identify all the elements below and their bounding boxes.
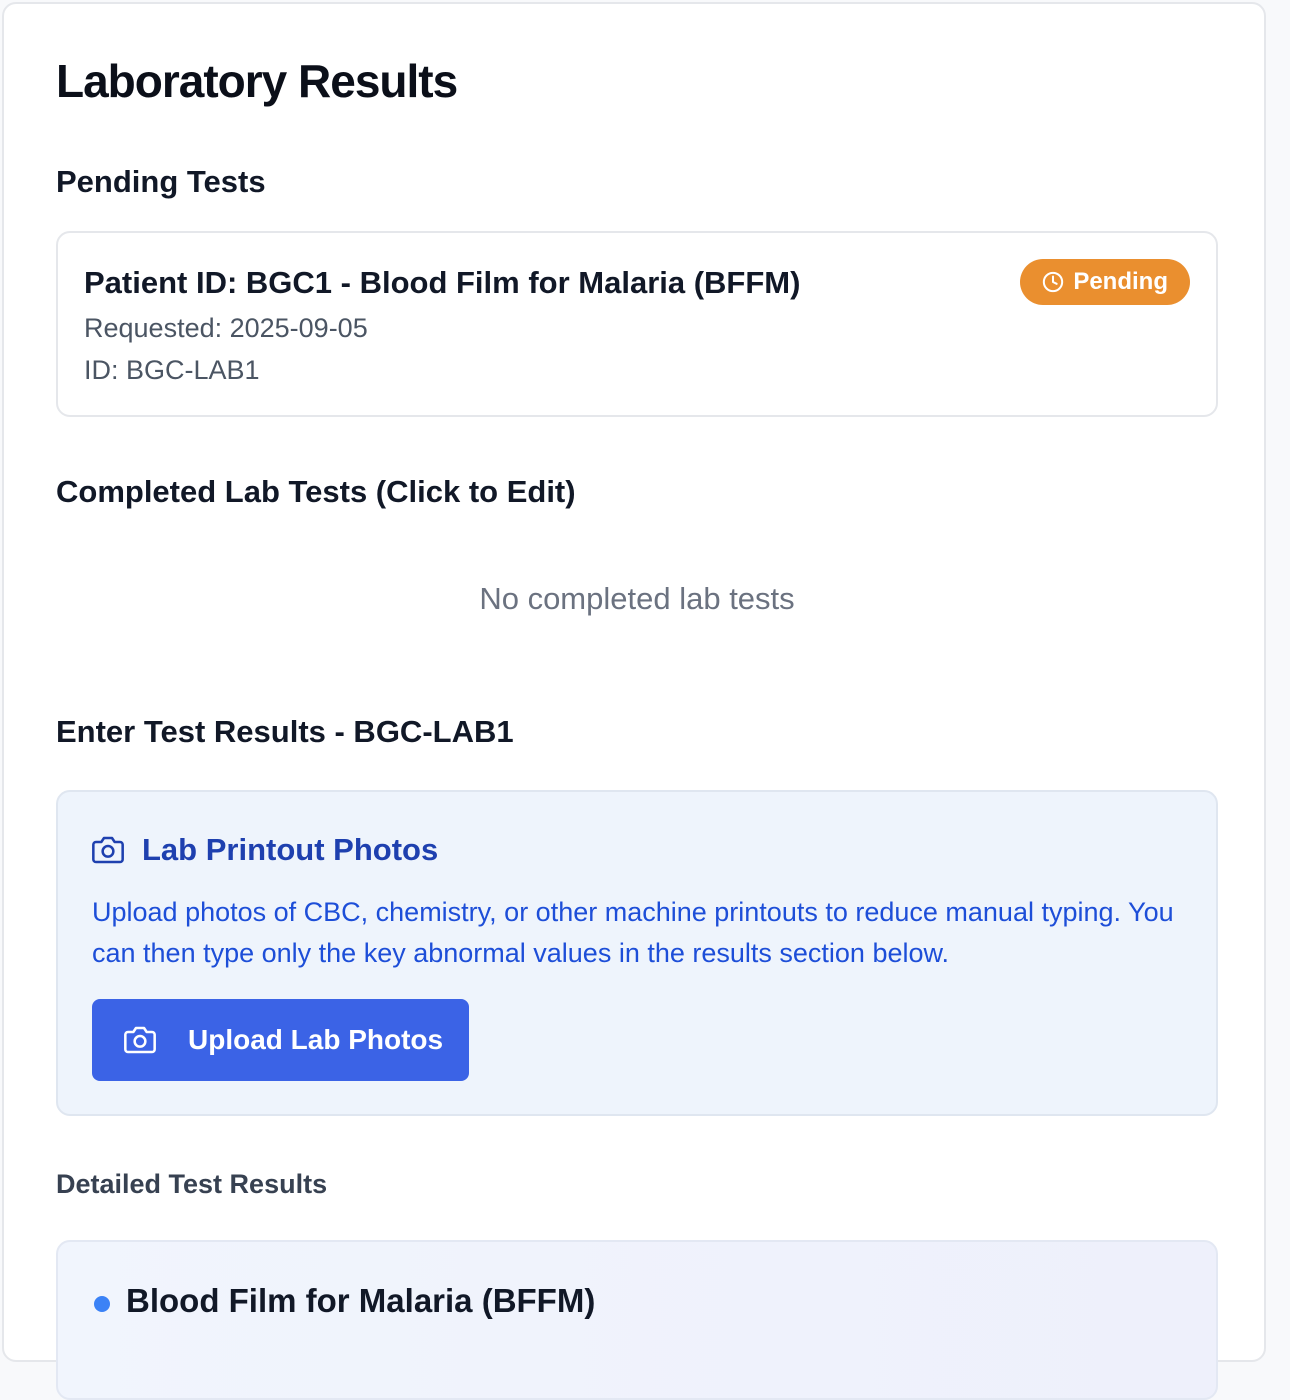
clock-icon [1042, 271, 1064, 293]
pending-test-id: ID: BGC-LAB1 [84, 355, 260, 385]
lab-results-panel: Laboratory Results Pending Tests Patient… [2, 2, 1266, 1400]
status-badge-label: Pending [1073, 268, 1168, 295]
lab-printout-photos-description: Upload photos of CBC, chemistry, or othe… [92, 897, 1174, 968]
test-result-title: Blood Film for Malaria (BFFM) [126, 1282, 596, 1319]
test-result-card: Blood Film for Malaria (BFFM) [56, 1240, 1218, 1400]
pending-test-requested-date: Requested: 2025-09-05 [84, 313, 368, 343]
page-title: Laboratory Results [56, 55, 458, 107]
completed-tests-heading: Completed Lab Tests (Click to Edit) [56, 474, 576, 509]
completed-tests-empty-state: No completed lab tests [479, 581, 795, 616]
page-edge [1270, 0, 1290, 1340]
pending-test-card[interactable]: Patient ID: BGC1 - Blood Film for Malari… [56, 231, 1218, 417]
lab-printout-photos-title: Lab Printout Photos [142, 832, 439, 867]
lab-printout-photos-header: Lab Printout Photos [92, 832, 438, 868]
pending-test-title: Patient ID: BGC1 - Blood Film for Malari… [84, 265, 801, 300]
upload-lab-photos-button[interactable]: Upload Lab Photos [92, 999, 469, 1081]
enter-results-heading: Enter Test Results - BGC-LAB1 [56, 714, 514, 749]
pending-tests-heading: Pending Tests [56, 164, 266, 199]
test-indicator-dot [94, 1296, 110, 1312]
status-badge: Pending [1020, 259, 1190, 305]
lab-printout-photos-card: Lab Printout Photos Upload photos of CBC… [56, 790, 1218, 1116]
camera-icon [124, 1024, 156, 1056]
upload-lab-photos-label: Upload Lab Photos [188, 1024, 444, 1055]
detailed-test-results-label: Detailed Test Results [56, 1169, 328, 1199]
camera-icon [92, 834, 124, 866]
